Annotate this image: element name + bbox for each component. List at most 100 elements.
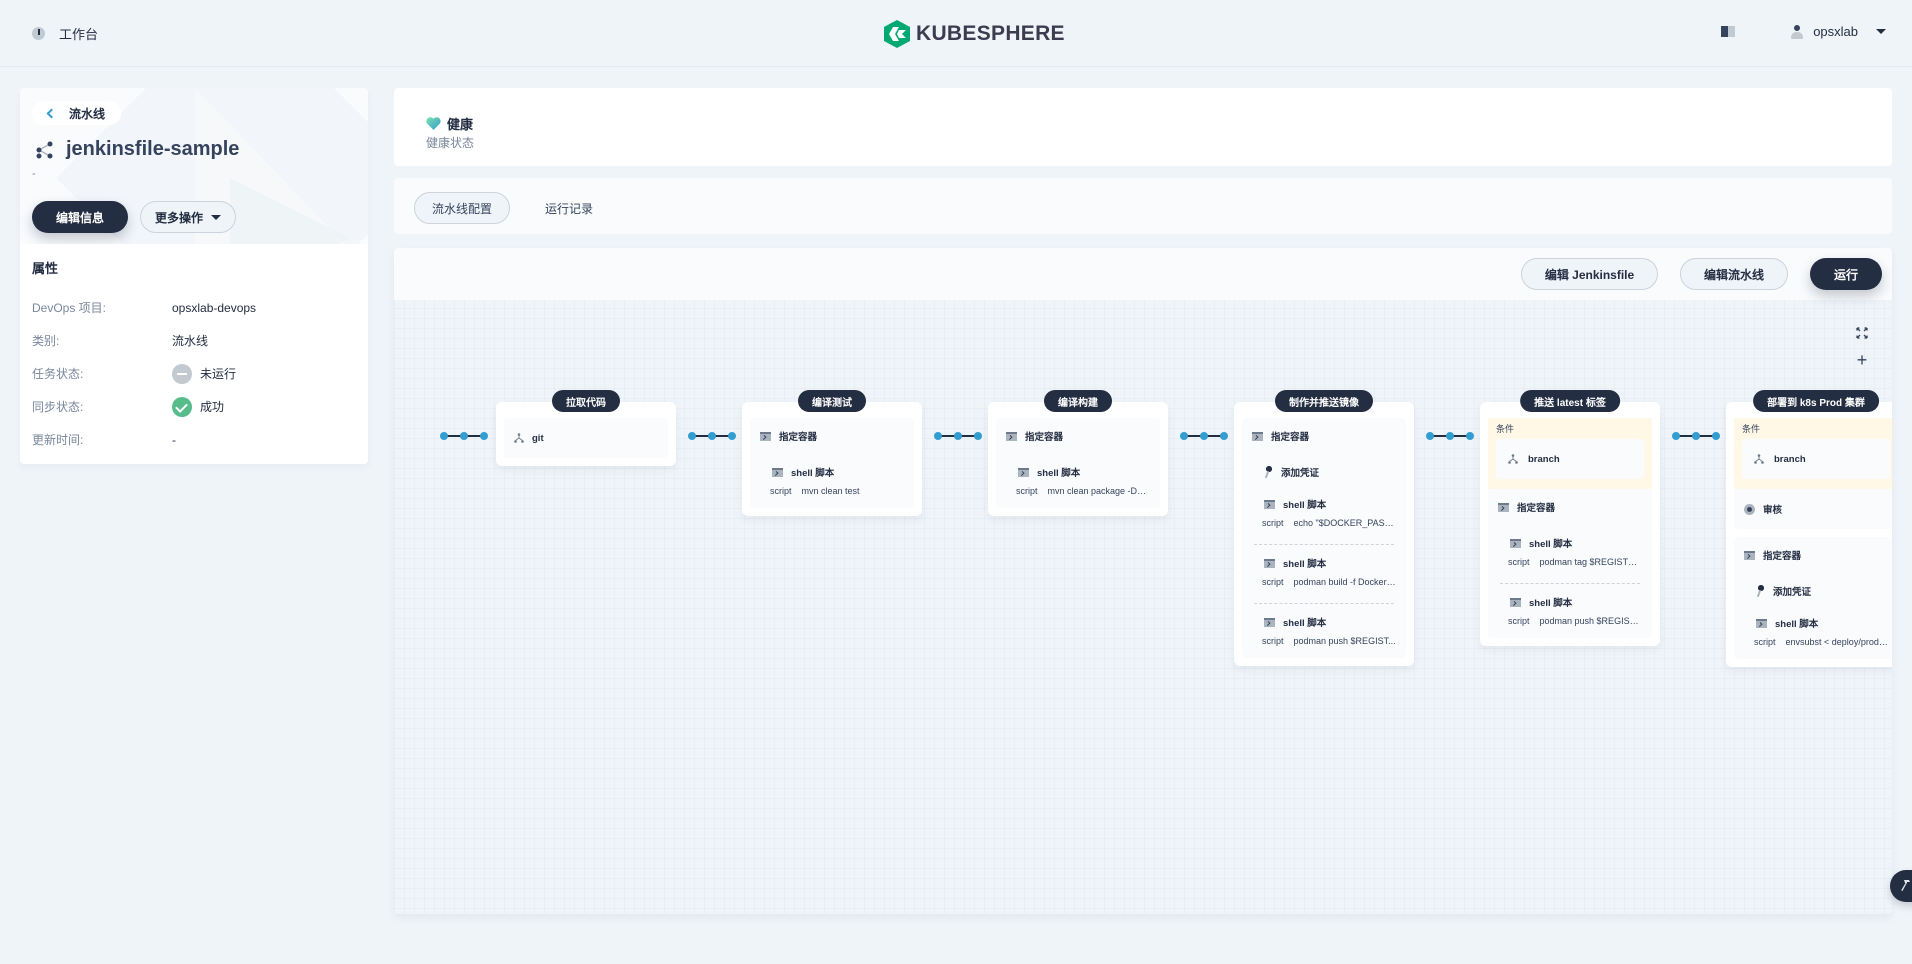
step-item[interactable]: 指定容器: [750, 418, 914, 454]
step-item[interactable]: shell 脚本: [996, 458, 1160, 486]
step-item[interactable]: shell 脚本: [1734, 609, 1892, 637]
edit-pipeline-button[interactable]: 编辑流水线: [1680, 258, 1788, 290]
more-actions-label: 更多操作: [154, 210, 203, 225]
more-actions-button[interactable]: 更多操作: [140, 201, 236, 233]
property-value: -: [172, 433, 176, 447]
step-item[interactable]: 添加凭证: [1734, 577, 1892, 605]
step-item[interactable]: git: [504, 418, 668, 458]
condition-block[interactable]: 条件 branch: [1488, 418, 1652, 489]
stage-body[interactable]: 指定容器 添加凭证 shell 脚本 script echo "$DOCKER_P…: [1234, 402, 1414, 666]
pipeline-stage[interactable]: 推送 latest 标签 条件 branch 指定容器 shell 脚本 scr…: [1480, 390, 1660, 646]
branch-icon: [1754, 454, 1764, 464]
success-check-icon: [172, 396, 192, 417]
stage-title[interactable]: 制作并推送镜像: [1275, 390, 1373, 412]
property-row: 任务状态: 未运行: [32, 357, 356, 390]
add-icon[interactable]: +: [1854, 351, 1870, 369]
condition-label: 条件: [1496, 424, 1515, 434]
step-script: script mvn clean test: [750, 486, 914, 504]
property-row: 同步状态: 成功: [32, 390, 356, 423]
pipeline-stage[interactable]: 编译测试 指定容器 shell 脚本 script mvn clean test: [742, 390, 922, 516]
stage-connector: [1672, 432, 1720, 440]
condition-item[interactable]: branch: [1742, 439, 1890, 479]
step-item[interactable]: shell 脚本: [750, 458, 914, 486]
pipeline-stage[interactable]: 部署到 k8s Prod 集群 条件 branch 审核 指定容器 添加凭证 s…: [1726, 390, 1892, 667]
fullscreen-icon[interactable]: [1855, 326, 1869, 340]
not-run-status-icon: [172, 363, 192, 384]
terminal-icon: [1018, 467, 1029, 477]
pipeline-stage[interactable]: 制作并推送镜像 指定容器 添加凭证 shell 脚本 script echo "$…: [1234, 390, 1414, 666]
edit-jenkinsfile-button[interactable]: 编辑 Jenkinsfile: [1521, 258, 1658, 290]
toolbox-button[interactable]: [1890, 870, 1912, 902]
workbench-label: 工作台: [59, 27, 99, 42]
type-value: 流水线: [172, 334, 209, 348]
pipeline-stage[interactable]: 拉取代码 git: [496, 390, 676, 466]
step-label: 审核: [1763, 505, 1783, 516]
divider: [1500, 583, 1640, 584]
stage-body[interactable]: 条件 branch 指定容器 shell 脚本 script podman tag…: [1480, 402, 1660, 646]
step-item[interactable]: shell 脚本: [1242, 549, 1406, 577]
step-label: shell 脚本: [1037, 468, 1081, 479]
step-label: 指定容器: [1025, 432, 1064, 443]
step-item[interactable]: 指定容器: [996, 418, 1160, 454]
step-item[interactable]: 添加凭证: [1242, 458, 1406, 486]
health-label: 健康: [447, 117, 474, 132]
terminal-icon: [1252, 431, 1263, 441]
step-item[interactable]: shell 脚本: [1242, 490, 1406, 518]
kubesphere-logo-icon: [884, 20, 910, 48]
script-value: echo "$DOCKER_PASS...: [1293, 518, 1396, 528]
pipeline-icon: [36, 141, 53, 158]
back-label: 流水线: [69, 106, 106, 121]
step-label: 添加凭证: [1773, 587, 1812, 598]
back-to-pipelines-button[interactable]: 流水线: [32, 101, 122, 125]
kubesphere-logo[interactable]: KUBESPHERE: [884, 20, 1065, 48]
script-value: mvn clean package -DskipT...: [1047, 486, 1150, 496]
step-script: script podman build -f Dockerfi...: [1242, 577, 1406, 595]
workbench-link[interactable]: 工作台: [32, 24, 98, 43]
condition-block[interactable]: 条件 branch: [1734, 418, 1892, 489]
stage-body[interactable]: 指定容器 shell 脚本 script mvn clean package -D…: [988, 402, 1168, 516]
stage-title[interactable]: 编译构建: [1044, 390, 1112, 412]
script-value: podman push $REGISTRY/...: [1539, 616, 1642, 626]
step-item[interactable]: shell 脚本: [1488, 529, 1652, 557]
script-value: mvn clean test: [801, 486, 860, 496]
run-button[interactable]: 运行: [1810, 258, 1882, 290]
task-status-value: 未运行: [200, 367, 237, 381]
pipeline-title: jenkinsfile-sample: [36, 138, 239, 161]
pipeline-name: jenkinsfile-sample: [66, 138, 240, 160]
script-key: script: [1262, 636, 1284, 646]
property-key: 类别:: [32, 334, 60, 348]
step-item[interactable]: 指定容器: [1734, 537, 1892, 573]
step-item[interactable]: shell 脚本: [1488, 588, 1652, 616]
step-item[interactable]: 指定容器: [1488, 489, 1652, 525]
stage-body[interactable]: 条件 branch 审核 指定容器 添加凭证 shell 脚本 script en…: [1726, 402, 1892, 667]
property-value: 未运行: [172, 363, 237, 384]
edit-info-button[interactable]: 编辑信息: [32, 201, 128, 233]
pipeline-canvas[interactable]: 编辑 Jenkinsfile 编辑流水线 运行 + 拉取代码 git 编译测试 …: [394, 248, 1892, 914]
stage-title[interactable]: 拉取代码: [552, 390, 620, 412]
step-script: script podman tag $REGISTRY/$...: [1488, 557, 1652, 575]
stage-connector: [1426, 432, 1474, 440]
property-key: 任务状态:: [32, 367, 84, 381]
step-script: script podman push $REGIST...: [1242, 636, 1406, 654]
step-label: 指定容器: [1517, 503, 1556, 514]
step-item[interactable]: shell 脚本: [1242, 608, 1406, 636]
tab-pipeline-config[interactable]: 流水线配置: [414, 192, 510, 224]
caret-down-icon: [1876, 29, 1886, 34]
stage-title[interactable]: 编译测试: [798, 390, 866, 412]
step-item[interactable]: 指定容器: [1242, 418, 1406, 454]
tab-run-records[interactable]: 运行记录: [534, 192, 604, 224]
user-name: opsxlab: [1813, 24, 1858, 39]
pipeline-stage[interactable]: 编译构建 指定容器 shell 脚本 script mvn clean packa…: [988, 390, 1168, 516]
script-value: podman build -f Dockerfi...: [1293, 577, 1396, 587]
user-menu[interactable]: opsxlab: [1791, 24, 1886, 39]
key-icon: [1264, 466, 1273, 478]
step-label: git: [532, 432, 544, 444]
script-key: script: [1508, 616, 1530, 626]
health-sub-label: 健康状态: [426, 136, 475, 150]
step-item[interactable]: 审核: [1734, 489, 1892, 529]
stage-title[interactable]: 推送 latest 标签: [1520, 390, 1620, 412]
documentation-icon[interactable]: [1721, 26, 1736, 37]
stage-body[interactable]: 指定容器 shell 脚本 script mvn clean test: [742, 402, 922, 516]
condition-item[interactable]: branch: [1496, 439, 1644, 479]
stage-title[interactable]: 部署到 k8s Prod 集群: [1753, 390, 1879, 412]
